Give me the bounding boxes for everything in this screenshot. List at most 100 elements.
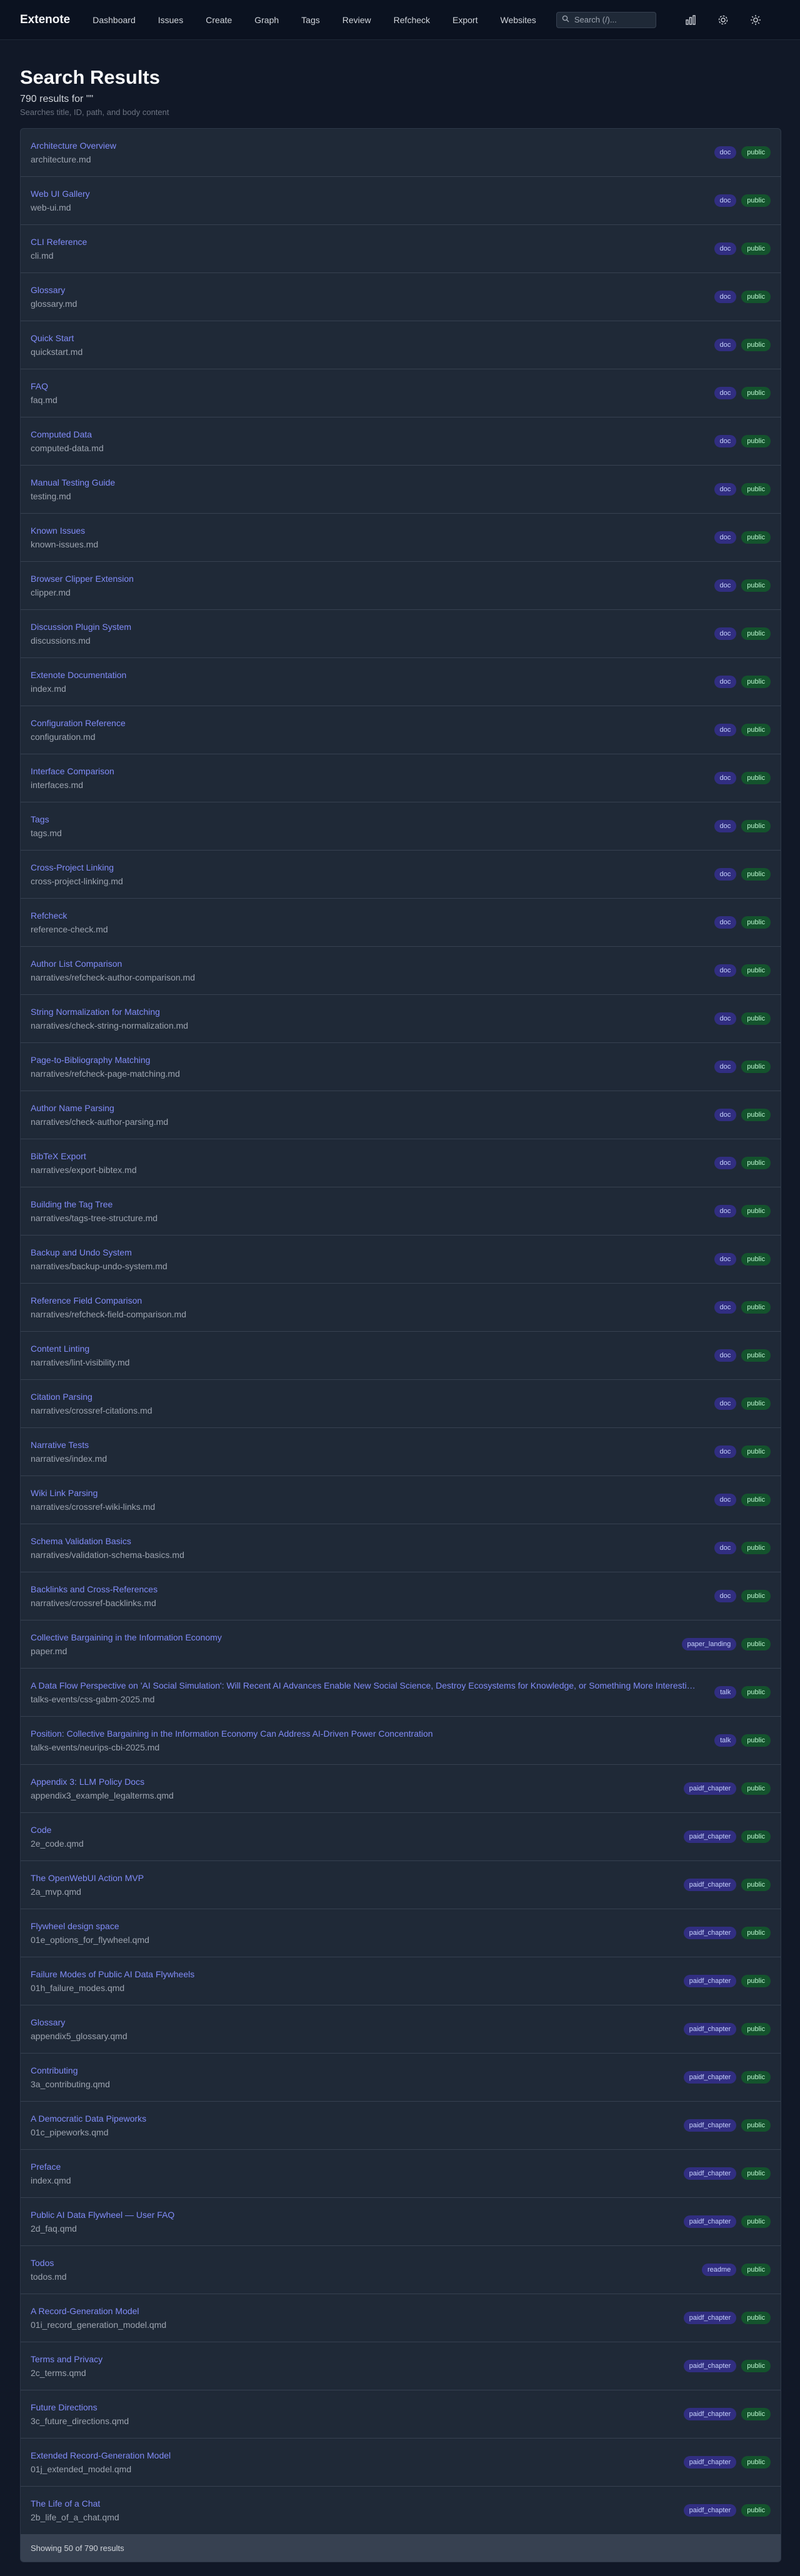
result-row[interactable]: Todos todos.md readme public [21,2246,781,2294]
result-row[interactable]: Preface index.qmd paidf_chapter public [21,2150,781,2198]
result-title-link[interactable]: BibTeX Export [31,1151,137,1161]
result-row[interactable]: Configuration Reference configuration.md d… [21,706,781,754]
result-title-link[interactable]: FAQ [31,381,58,391]
result-row[interactable]: A Democratic Data Pipeworks 01c_pipeworks… [21,2102,781,2150]
result-row[interactable]: Known Issues known-issues.md doc public [21,514,781,562]
result-row[interactable]: Glossary glossary.md doc public [21,273,781,321]
result-row[interactable]: Web UI Gallery web-ui.md doc public [21,177,781,225]
result-title-link[interactable]: Building the Tag Tree [31,1199,158,1209]
result-row[interactable]: Building the Tag Tree narratives/tags-tre… [21,1187,781,1236]
result-row[interactable]: Manual Testing Guide testing.md doc public [21,466,781,514]
result-title-link[interactable]: Public AI Data Flywheel — User FAQ [31,2210,174,2220]
result-title-link[interactable]: Backup and Undo System [31,1247,168,1257]
result-title-link[interactable]: The OpenWebUI Action MVP [31,1873,144,1883]
result-title-link[interactable]: Extenote Documentation [31,670,126,680]
result-row[interactable]: Code 2e_code.qmd paidf_chapter public [21,1813,781,1861]
result-title-link[interactable]: Wiki Link Parsing [31,1488,155,1498]
result-title-link[interactable]: Citation Parsing [31,1392,152,1402]
result-row[interactable]: Computed Data computed-data.md doc public [21,417,781,466]
result-row[interactable]: Position: Collective Bargaining in the I… [21,1717,781,1765]
result-row[interactable]: String Normalization for Matching narrati… [21,995,781,1043]
result-row[interactable]: Content Linting narratives/lint-visibilit… [21,1332,781,1380]
result-row[interactable]: Browser Clipper Extension clipper.md doc pu… [21,562,781,610]
result-title-link[interactable]: Architecture Overview [31,141,116,151]
result-title-link[interactable]: Cross-Project Linking [31,862,123,872]
nav-link-issues[interactable]: Issues [158,15,183,25]
result-row[interactable]: A Data Flow Perspective on 'AI Social Si… [21,1669,781,1717]
result-row[interactable]: Glossary appendix5_glossary.qmd paidf_chap… [21,2005,781,2054]
result-title-link[interactable]: Quick Start [31,333,82,343]
result-row[interactable]: Schema Validation Basics narratives/valid… [21,1524,781,1572]
result-title-link[interactable]: Extended Record-Generation Model [31,2450,171,2460]
result-title-link[interactable]: Failure Modes of Public AI Data Flywheel… [31,1969,194,1979]
result-title-link[interactable]: A Record-Generation Model [31,2306,166,2316]
result-row[interactable]: Architecture Overview architecture.md doc p… [21,129,781,177]
result-title-link[interactable]: Configuration Reference [31,718,126,728]
result-title-link[interactable]: Tags [31,814,62,824]
result-title-link[interactable]: A Data Flow Perspective on 'AI Social Si… [31,1680,699,1690]
result-title-link[interactable]: Author List Comparison [31,959,195,969]
result-row[interactable]: The Life of a Chat 2b_life_of_a_chat.qmd p… [21,2487,781,2535]
result-row[interactable]: Author Name Parsing narratives/check-auth… [21,1091,781,1139]
sun-icon[interactable] [746,11,765,29]
result-title-link[interactable]: Terms and Privacy [31,2354,102,2364]
result-row[interactable]: Interface Comparison interfaces.md doc publ… [21,754,781,802]
result-title-link[interactable]: Contributing [31,2065,110,2075]
search-input[interactable] [572,14,651,25]
result-title-link[interactable]: Web UI Gallery [31,189,90,199]
result-title-link[interactable]: Flywheel design space [31,1921,149,1931]
result-row[interactable]: Failure Modes of Public AI Data Flywheel… [21,1957,781,2005]
result-title-link[interactable]: Content Linting [31,1344,129,1354]
result-title-link[interactable]: CLI Reference [31,237,87,247]
result-title-link[interactable]: Glossary [31,285,77,295]
result-title-link[interactable]: Refcheck [31,911,108,921]
result-title-link[interactable]: Computed Data [31,429,104,439]
result-row[interactable]: FAQ faq.md doc public [21,369,781,417]
result-row[interactable]: Collective Bargaining in the Information… [21,1620,781,1669]
result-row[interactable]: Extenote Documentation index.md doc public [21,658,781,706]
result-row[interactable]: Discussion Plugin System discussions.md do… [21,610,781,658]
result-row[interactable]: Appendix 3: LLM Policy Docs appendix3_exa… [21,1765,781,1813]
result-title-link[interactable]: Todos [31,2258,67,2268]
result-title-link[interactable]: Code [31,1825,84,1835]
result-row[interactable]: Author List Comparison narratives/refchec… [21,947,781,995]
result-title-link[interactable]: Reference Field Comparison [31,1295,186,1305]
result-title-link[interactable]: String Normalization for Matching [31,1007,188,1017]
search-box[interactable] [556,11,656,28]
result-row[interactable]: Quick Start quickstart.md doc public [21,321,781,369]
result-row[interactable]: Wiki Link Parsing narratives/crossref-wik… [21,1476,781,1524]
nav-link-review[interactable]: Review [342,15,371,25]
result-title-link[interactable]: Manual Testing Guide [31,477,115,487]
result-title-link[interactable]: Preface [31,2162,71,2172]
result-title-link[interactable]: Interface Comparison [31,766,114,776]
nav-link-graph[interactable]: Graph [254,15,279,25]
result-title-link[interactable]: Glossary [31,2017,128,2027]
result-row[interactable]: Extended Record-Generation Model 01j_exte… [21,2439,781,2487]
nav-link-refcheck[interactable]: Refcheck [394,15,430,25]
result-row[interactable]: Flywheel design space 01e_options_for_fly… [21,1909,781,1957]
result-title-link[interactable]: Known Issues [31,526,98,536]
result-row[interactable]: Terms and Privacy 2c_terms.qmd paidf_chapt… [21,2342,781,2390]
result-title-link[interactable]: Browser Clipper Extension [31,574,134,584]
result-row[interactable]: Tags tags.md doc public [21,802,781,851]
nav-link-tags[interactable]: Tags [301,15,320,25]
brand-logo[interactable]: Extenote [20,13,70,27]
result-title-link[interactable]: Backlinks and Cross-References [31,1584,158,1594]
result-title-link[interactable]: Collective Bargaining in the Information… [31,1632,222,1642]
result-row[interactable]: Cross-Project Linking cross-project-linki… [21,851,781,899]
result-row[interactable]: Narrative Tests narratives/index.md doc pub… [21,1428,781,1476]
nav-link-dashboard[interactable]: Dashboard [92,15,136,25]
nav-link-create[interactable]: Create [206,15,232,25]
result-row[interactable]: Backup and Undo System narratives/backup-… [21,1236,781,1284]
result-title-link[interactable]: A Democratic Data Pipeworks [31,2114,146,2124]
result-row[interactable]: Reference Field Comparison narratives/ref… [21,1284,781,1332]
result-title-link[interactable]: Page-to-Bibliography Matching [31,1055,180,1065]
chart-icon[interactable] [681,11,700,29]
result-title-link[interactable]: Schema Validation Basics [31,1536,184,1546]
result-row[interactable]: Future Directions 3c_future_directions.qm… [21,2390,781,2439]
gear-icon[interactable] [714,11,732,29]
result-title-link[interactable]: Position: Collective Bargaining in the I… [31,1729,433,1739]
result-row[interactable]: Backlinks and Cross-References narratives… [21,1572,781,1620]
result-title-link[interactable]: The Life of a Chat [31,2499,119,2509]
result-title-link[interactable]: Future Directions [31,2402,129,2412]
